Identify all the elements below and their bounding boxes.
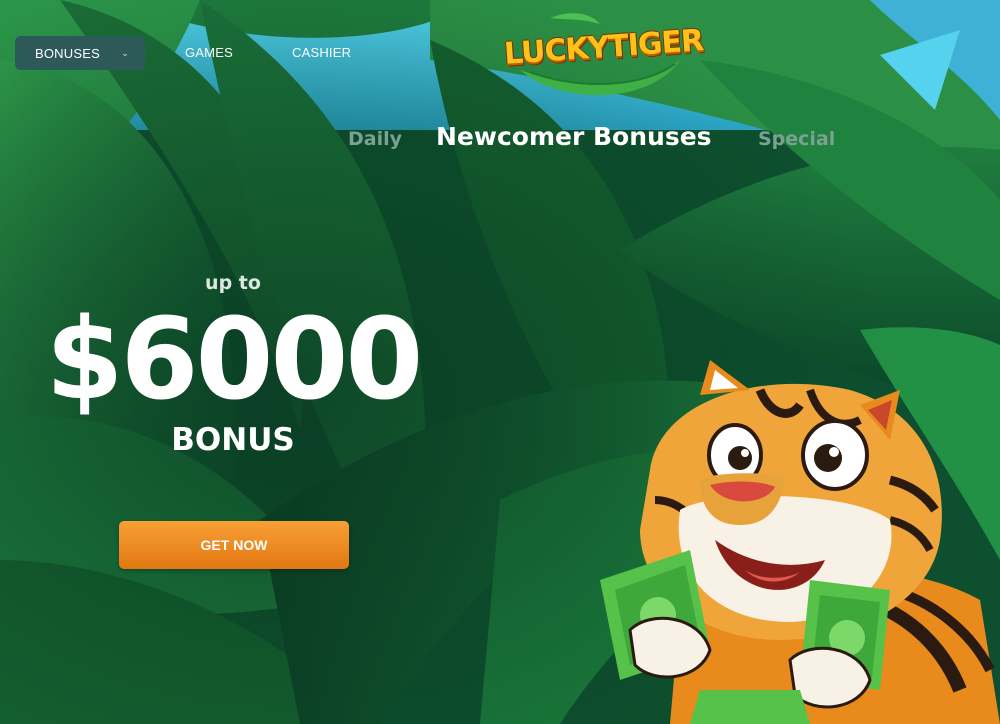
promo-bonus-label: BONUS (171, 422, 295, 458)
bonuses-menu-button[interactable]: BONUSES ⌄ (15, 36, 145, 70)
tab-newcomer-bonuses[interactable]: Newcomer Bonuses (436, 122, 712, 151)
tiger-mascot-illustration (600, 360, 1000, 724)
promo-up-to: up to (205, 272, 261, 294)
bonus-tabs: Daily Newcomer Bonuses Special (0, 122, 1000, 162)
top-nav: BONUSES ⌄ GAMES CASHIER (15, 36, 351, 70)
chevron-down-icon: ⌄ (121, 47, 129, 58)
tab-special[interactable]: Special (758, 128, 835, 150)
games-link[interactable]: GAMES (185, 45, 233, 60)
tab-daily[interactable]: Daily (348, 128, 402, 150)
promo-amount: $6000 (45, 295, 424, 425)
bonuses-label: BONUSES (35, 45, 100, 61)
lucky-tiger-logo[interactable]: LUCKYTIGER (490, 10, 704, 96)
get-now-button[interactable]: GET NOW (119, 521, 349, 569)
cashier-link[interactable]: CASHIER (292, 45, 351, 60)
